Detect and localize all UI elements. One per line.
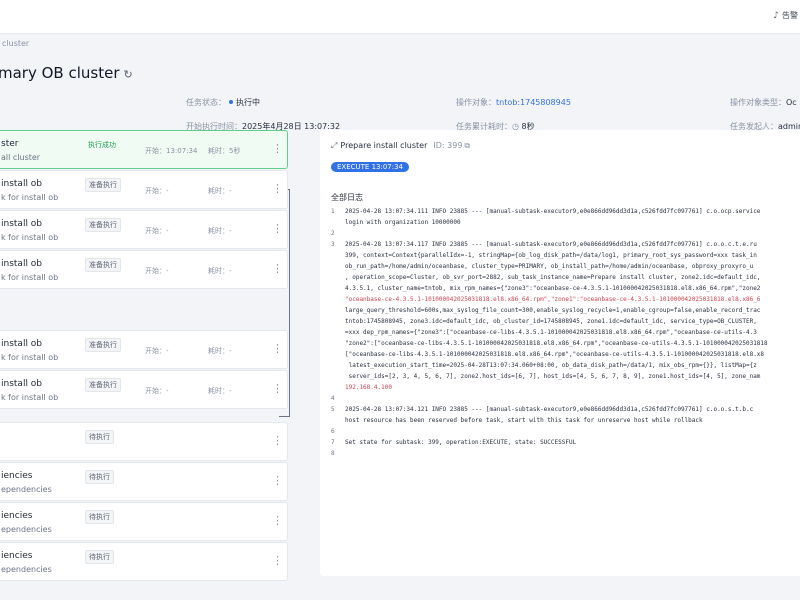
log-line: 2: [331, 230, 335, 237]
execute-tag: EXECUTE 13:07:34: [331, 162, 410, 172]
operation-target-type: 操作对象类型：Oc: [730, 98, 797, 107]
subtask-card[interactable]: iencies ependencies 待执行 ⋮: [0, 542, 288, 581]
more-icon[interactable]: ⋮: [272, 142, 283, 155]
log-line: "oceanbase-ce-4.3.5.1-101000042025031818…: [345, 296, 761, 303]
log-line: login with organization 10000000: [345, 219, 461, 226]
log-line: 3 2025-04-28 13:07:34.117 INFO 23885 --- …: [331, 241, 757, 248]
detail-title: Prepare install cluster: [340, 141, 428, 150]
log-line: , operation_scope=Cluster, ob_svr_port=2…: [345, 274, 761, 281]
refresh-icon[interactable]: ↻: [124, 68, 133, 81]
status-badge: 准备执行: [85, 258, 121, 272]
subtask-card[interactable]: install ob k for install ob 准备执行 开始：- 耗时…: [0, 210, 288, 249]
more-icon[interactable]: ⋮: [272, 382, 283, 395]
subtask-card[interactable]: iencies ependencies 待执行 ⋮: [0, 462, 288, 501]
status-dot-icon: [229, 100, 233, 104]
log-line: 1 2025-04-28 13:07:34.111 INFO 23885 --- …: [331, 208, 761, 215]
more-icon[interactable]: ⋮: [272, 182, 283, 195]
detail-header: ⤢ Prepare install cluster ID: 399 ⧉: [331, 141, 470, 151]
target-link[interactable]: tntob:1745808945: [496, 98, 571, 107]
log-line: 6: [331, 428, 335, 435]
status-badge: 待执行: [85, 430, 114, 444]
log-line: large_query_threshold=600s,max_syslog_fi…: [345, 307, 761, 314]
subtask-card[interactable]: ster all cluster 执行成功 开始：13:07:34 耗时：5秒 …: [0, 130, 288, 169]
log-line: host resource has been reserved before t…: [345, 417, 703, 424]
bell-icon: ♪: [773, 11, 779, 21]
more-icon[interactable]: ⋮: [272, 514, 283, 527]
subtask-card[interactable]: install ob k for install ob 准备执行 开始：- 耗时…: [0, 250, 288, 289]
operation-target: 操作对象：tntob:1745808945: [456, 98, 571, 107]
subtask-list: ster all cluster 执行成功 开始：13:07:34 耗时：5秒 …: [0, 130, 290, 600]
subtask-card[interactable]: install ob k for install ob 准备执行 开始：- 耗时…: [0, 170, 288, 209]
log-line: =xxx dep_rpm_names={"zone3":["oceanbase-…: [345, 329, 757, 336]
log-title: 全部日志: [331, 193, 363, 202]
log-line: 4.3.5.1, cluster_name=tntob, mix_rpm_nam…: [345, 285, 761, 292]
subtask-card[interactable]: install ob k for install ob 准备执行 开始：- 耗时…: [0, 330, 288, 369]
subtask-card[interactable]: iencies ependencies 待执行 ⋮: [0, 502, 288, 541]
log-line: 7 Set state for subtask: 399, operation:E…: [331, 439, 577, 446]
more-icon[interactable]: ⋮: [272, 262, 283, 275]
alerts-link[interactable]: ♪ 告警: [773, 10, 798, 21]
log-line: 192.168.4.100: [345, 384, 392, 391]
status-badge: 待执行: [85, 550, 114, 564]
log-line: ["oceanbase-ce-libs-4.3.5.1-101000042025…: [345, 351, 765, 358]
status-badge: 待执行: [85, 470, 114, 484]
log-line: 5 2025-04-28 13:07:34.121 INFO 23885 --- …: [331, 406, 754, 413]
status-badge: 执行成功: [88, 141, 116, 149]
log-line: 8: [331, 450, 335, 457]
more-icon[interactable]: ⋮: [272, 342, 283, 355]
copy-icon[interactable]: ⧉: [464, 141, 470, 150]
subtask-detail-panel: ⤢ Prepare install cluster ID: 399 ⧉ EXECUTE…: [320, 130, 800, 576]
subtask-id: ID: 399: [433, 141, 463, 150]
top-bar: ♪ 告警: [0, 0, 800, 34]
page-title: mary OB cluster ↻: [0, 64, 133, 82]
more-icon[interactable]: ⋮: [272, 222, 283, 235]
log-line: "zone2":["oceanbase-ce-libs-4.3.5.1-1010…: [345, 340, 768, 347]
page-title-text: mary OB cluster: [0, 64, 120, 82]
log-line: ob_run_path=/home/admin/oceanbase, clust…: [345, 263, 754, 270]
breadcrumb[interactable]: cluster: [2, 39, 29, 48]
log-line: server_ids=[2, 3, 4, 5, 6, 7], zone2.hos…: [345, 373, 761, 380]
more-icon[interactable]: ⋮: [272, 554, 283, 567]
expand-icon[interactable]: ⤢: [331, 141, 337, 150]
log-line: tntob:1745808945, zone3.idc=default_idc,…: [345, 318, 757, 325]
status-badge: 准备执行: [85, 338, 121, 352]
log-viewer[interactable]: 1 2025-04-28 13:07:34.111 INFO 23885 --- …: [331, 208, 800, 548]
status-badge: 准备执行: [85, 378, 121, 392]
log-line: latest_execution_start_time=2025-04-28T1…: [345, 362, 757, 369]
more-icon[interactable]: ⋮: [272, 434, 283, 447]
subtask-card[interactable]: install ob k for install ob 准备执行 开始：- 耗时…: [0, 370, 288, 409]
task-status: 任务状态： 执行中: [186, 98, 260, 107]
status-badge: 准备执行: [85, 178, 121, 192]
status-badge: 准备执行: [85, 218, 121, 232]
log-line: 399, context=Context{parallelIdx=-1, str…: [345, 252, 757, 259]
more-icon[interactable]: ⋮: [272, 474, 283, 487]
log-line: 4: [331, 395, 335, 402]
status-badge: 待执行: [85, 510, 114, 524]
subtask-card[interactable]: 待执行 ⋮: [0, 422, 288, 461]
